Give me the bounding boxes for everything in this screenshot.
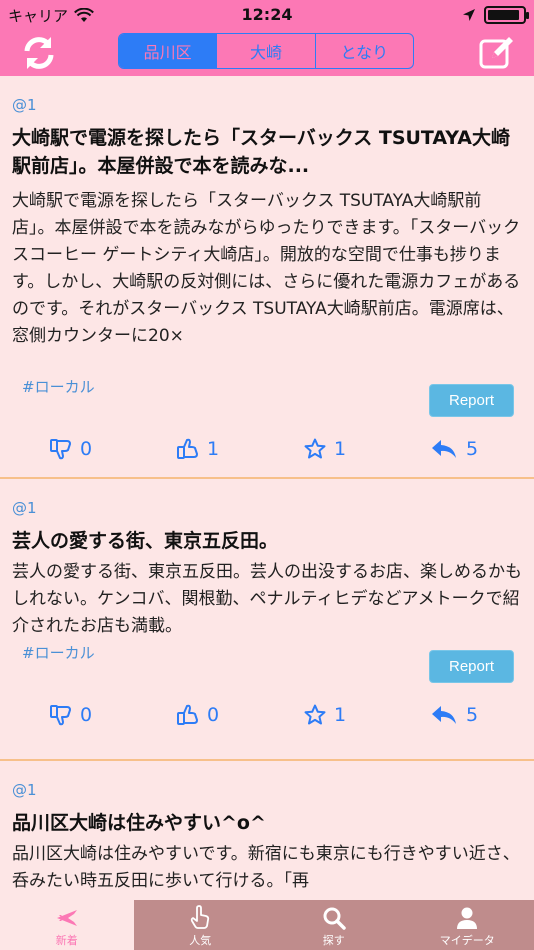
post-body: 芸人の愛する街、東京五反田。芸人の出没するお店、楽しめるかもしれない。ケンコバ、…	[12, 562, 522, 636]
battery-level	[488, 10, 519, 20]
reply-count: 5	[466, 704, 479, 726]
reply-icon	[432, 706, 456, 724]
tab-label: 探す	[322, 934, 345, 947]
reply-button[interactable]: 5	[430, 704, 478, 726]
post-card[interactable]: @1 芸人の愛する街、東京五反田。 芸人の愛する街、東京五反田。芸人の出没するお…	[0, 479, 534, 761]
dislike-button[interactable]: 0	[50, 704, 92, 726]
nav-bar: 品川区 大崎 となり	[0, 30, 534, 76]
post-card[interactable]: @1 品川区大崎は住みやすい^o^ 品川区大崎は住みやすいです。新宿にも東京にも…	[0, 761, 534, 900]
like-count: 1	[207, 438, 220, 460]
dislike-count: 0	[80, 704, 93, 726]
tab-label: 人気	[189, 934, 212, 947]
airplane-icon	[56, 910, 77, 926]
post-feed[interactable]: @1 大崎駅で電源を探したら「スターバックス TSUTAYA大崎駅前店」。本屋併…	[0, 76, 534, 900]
compose-icon	[479, 37, 513, 69]
tab-label: 新着	[55, 934, 78, 947]
status-bar: キャリア 12:24	[0, 0, 534, 30]
search-icon	[323, 907, 346, 930]
thumbs-down-icon	[50, 705, 71, 726]
thumbs-down-icon	[50, 439, 71, 460]
segment-shinagawa[interactable]: 品川区	[119, 34, 218, 68]
thumbs-up-icon	[177, 704, 198, 725]
star-count: 1	[334, 438, 347, 460]
tab-new[interactable]: 新着	[0, 900, 134, 950]
post-username[interactable]: @1	[12, 76, 522, 120]
like-count: 0	[207, 704, 220, 726]
post-username[interactable]: @1	[12, 761, 522, 805]
tab-label: マイデータ	[439, 934, 495, 947]
like-button[interactable]: 0	[177, 704, 219, 726]
tab-popular[interactable]: 人気	[133, 900, 267, 950]
thumbs-up-icon	[177, 438, 198, 459]
star-count: 1	[334, 704, 347, 726]
post-body: 大崎駅で電源を探したら「スターバックス TSUTAYA大崎駅前店」。本屋併設で本…	[12, 191, 521, 346]
tap-hand-icon	[191, 905, 210, 929]
tab-bar: 新着 人気 探す マイデータ	[0, 900, 534, 950]
dislike-count: 0	[80, 438, 93, 460]
dislike-button[interactable]: 0	[50, 438, 92, 460]
reply-button[interactable]: 5	[430, 438, 478, 460]
refresh-icon	[24, 37, 54, 69]
post-body: 品川区大崎は住みやすいです。新宿にも東京にも行きやすい近さ、呑みたい時五反田に歩…	[12, 844, 520, 891]
tab-mydata[interactable]: マイデータ	[400, 900, 534, 950]
segment-tonari[interactable]: となり	[316, 34, 413, 68]
post-tag[interactable]: #ローカル	[22, 642, 95, 663]
location-arrow-icon	[463, 9, 475, 21]
post-actions: 0 0 1 5	[12, 686, 522, 748]
reply-count: 5	[466, 438, 479, 460]
segment-osaki[interactable]: 大崎	[217, 34, 316, 68]
post-username[interactable]: @1	[12, 479, 522, 523]
compose-button[interactable]	[478, 34, 516, 72]
post-title: 大崎駅で電源を探したら「スターバックス TSUTAYA大崎駅前店」。本屋併設で本…	[12, 127, 510, 177]
reply-icon	[432, 440, 456, 458]
area-segmented-control: 品川区 大崎 となり	[118, 33, 414, 69]
report-button[interactable]: Report	[429, 384, 514, 417]
refresh-button[interactable]	[20, 34, 58, 72]
post-actions: 0 1 1 5	[12, 420, 522, 482]
user-icon	[457, 907, 478, 929]
post-title: 芸人の愛する街、東京五反田。	[12, 530, 279, 552]
star-icon	[304, 704, 326, 725]
tab-search[interactable]: 探す	[267, 900, 401, 950]
post-card[interactable]: @1 大崎駅で電源を探したら「スターバックス TSUTAYA大崎駅前店」。本屋併…	[0, 76, 534, 479]
star-button[interactable]: 1	[304, 704, 346, 726]
star-button[interactable]: 1	[304, 438, 346, 460]
battery-icon	[484, 6, 529, 24]
post-tag[interactable]: #ローカル	[22, 376, 95, 397]
status-time: 12:24	[241, 5, 293, 24]
like-button[interactable]: 1	[177, 438, 219, 460]
star-icon	[304, 438, 326, 459]
report-button[interactable]: Report	[429, 650, 514, 683]
post-title: 品川区大崎は住みやすい^o^	[12, 812, 266, 834]
